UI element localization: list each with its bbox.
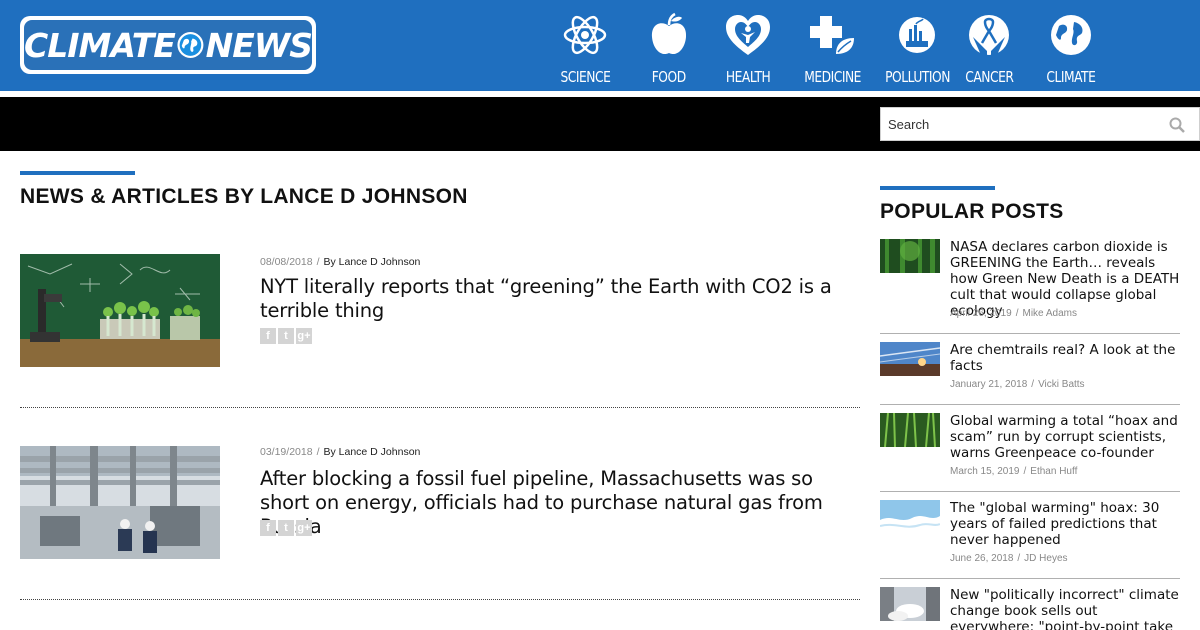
popular-post-divider <box>880 404 1180 405</box>
popular-post-thumbnail[interactable] <box>880 500 940 534</box>
google-plus-icon[interactable]: g+ <box>296 328 312 344</box>
article-thumbnail[interactable] <box>20 446 220 559</box>
article-author[interactable]: By Lance D Johnson <box>323 446 420 458</box>
popular-post-thumbnail[interactable] <box>880 239 940 273</box>
popular-post-date: April 26, 2019 <box>950 308 1012 319</box>
sidebar-accent-line <box>880 186 995 190</box>
article-thumbnail[interactable] <box>20 254 220 367</box>
nav-item-cancer[interactable]: CANCER <box>964 10 1014 90</box>
popular-post-title[interactable]: NASA declares carbon dioxide is GREENING… <box>950 239 1180 319</box>
popular-post-title[interactable]: Are chemtrails real? A look at the facts <box>950 342 1180 374</box>
popular-post-author[interactable]: Mike Adams <box>1023 308 1077 319</box>
site-logo[interactable]: CLIMATE NEWS <box>20 16 316 74</box>
apple-icon <box>644 10 694 60</box>
popular-post-thumbnail[interactable] <box>880 587 940 621</box>
article-date: 08/08/2018 <box>260 256 313 268</box>
section-accent-line <box>20 171 135 175</box>
popular-post-author[interactable]: Vicki Batts <box>1038 379 1085 390</box>
article-divider <box>20 599 860 600</box>
share-buttons: f t g+ <box>260 328 312 344</box>
article-title[interactable]: NYT literally reports that “greening” th… <box>260 275 860 323</box>
search-icon[interactable] <box>1169 117 1185 133</box>
search-input[interactable] <box>881 108 1161 140</box>
logo-globe-icon <box>177 32 204 58</box>
nav-label-climate: CLIMATE <box>1046 68 1096 86</box>
article-meta: 08/08/2018/By Lance D Johnson <box>260 256 421 268</box>
popular-post-meta: June 26, 2018/JD Heyes <box>950 553 1068 564</box>
popular-post[interactable]: Are chemtrails real? A look at the facts… <box>880 342 1180 402</box>
globe-icon <box>1046 10 1096 60</box>
logo-inner: CLIMATE NEWS <box>24 20 313 70</box>
nav-label-cancer: CANCER <box>964 68 1014 86</box>
google-plus-icon[interactable]: g+ <box>296 520 312 536</box>
facebook-icon[interactable]: f <box>260 328 276 344</box>
article-item[interactable]: 08/08/2018/By Lance D Johnson NYT litera… <box>20 254 860 384</box>
nav-item-pollution[interactable]: POLLUTION <box>885 10 950 90</box>
popular-post-date: June 26, 2018 <box>950 553 1014 564</box>
nav-item-medicine[interactable]: MEDICINE <box>805 10 862 90</box>
popular-post-meta: January 21, 2018/Vicki Batts <box>950 379 1085 390</box>
sidebar-title: POPULAR POSTS <box>880 200 1064 223</box>
article-date: 03/19/2018 <box>260 446 313 458</box>
nav-item-climate[interactable]: CLIMATE <box>1046 10 1096 90</box>
popular-post-author[interactable]: Ethan Huff <box>1030 466 1077 477</box>
popular-post-divider <box>880 333 1180 334</box>
popular-post-date: January 21, 2018 <box>950 379 1028 390</box>
popular-post-title[interactable]: Global warming a total “hoax and scam” r… <box>950 413 1180 461</box>
logo-text-right: NEWS <box>205 25 313 65</box>
nav-item-health[interactable]: HEALTH <box>723 10 773 90</box>
twitter-icon[interactable]: t <box>278 328 294 344</box>
popular-post[interactable]: The "global warming" hoax: 30 years of f… <box>880 500 1180 575</box>
nav-label-medicine: MEDICINE <box>804 68 862 86</box>
article-author[interactable]: By Lance D Johnson <box>323 256 420 268</box>
logo-text-left: CLIMATE <box>24 25 176 65</box>
popular-post-title[interactable]: New "politically incorrect" climate chan… <box>950 587 1180 630</box>
ribbon-hands-icon <box>964 10 1014 60</box>
nav-label-science: SCIENCE <box>560 68 610 86</box>
article-item[interactable]: 03/19/2018/By Lance D Johnson After bloc… <box>20 446 860 576</box>
popular-post[interactable]: NASA declares carbon dioxide is GREENING… <box>880 239 1180 329</box>
facebook-icon[interactable]: f <box>260 520 276 536</box>
atom-icon <box>560 10 610 60</box>
search-box[interactable] <box>880 107 1200 141</box>
popular-post-thumbnail[interactable] <box>880 342 940 376</box>
site-header: CLIMATE NEWS SCIENCE FOOD HEALTH MEDICIN… <box>0 0 1200 91</box>
factory-icon <box>892 10 942 60</box>
popular-post-author[interactable]: JD Heyes <box>1024 553 1067 564</box>
page-title: NEWS & ARTICLES BY LANCE D JOHNSON <box>20 185 468 208</box>
popular-post-divider <box>880 491 1180 492</box>
nav-label-food: FOOD <box>652 68 686 86</box>
heart-person-icon <box>723 10 773 60</box>
nav-label-health: HEALTH <box>725 68 771 86</box>
nav-item-science[interactable]: SCIENCE <box>560 10 610 90</box>
twitter-icon[interactable]: t <box>278 520 294 536</box>
article-title[interactable]: After blocking a fossil fuel pipeline, M… <box>260 467 860 539</box>
popular-post-meta: March 15, 2019/Ethan Huff <box>950 466 1078 477</box>
article-meta: 03/19/2018/By Lance D Johnson <box>260 446 421 458</box>
popular-post-date: March 15, 2019 <box>950 466 1020 477</box>
popular-post[interactable]: New "politically incorrect" climate chan… <box>880 587 1180 630</box>
popular-post-meta: April 26, 2019/Mike Adams <box>950 308 1077 319</box>
share-buttons: f t g+ <box>260 520 312 536</box>
popular-post-divider <box>880 578 1180 579</box>
popular-post[interactable]: Global warming a total “hoax and scam” r… <box>880 413 1180 488</box>
article-divider <box>20 407 860 408</box>
nav-item-food[interactable]: FOOD <box>644 10 694 90</box>
popular-post-thumbnail[interactable] <box>880 413 940 447</box>
nav-label-pollution: POLLUTION <box>884 68 950 86</box>
popular-post-title[interactable]: The "global warming" hoax: 30 years of f… <box>950 500 1180 548</box>
medical-cross-leaf-icon <box>808 10 858 60</box>
